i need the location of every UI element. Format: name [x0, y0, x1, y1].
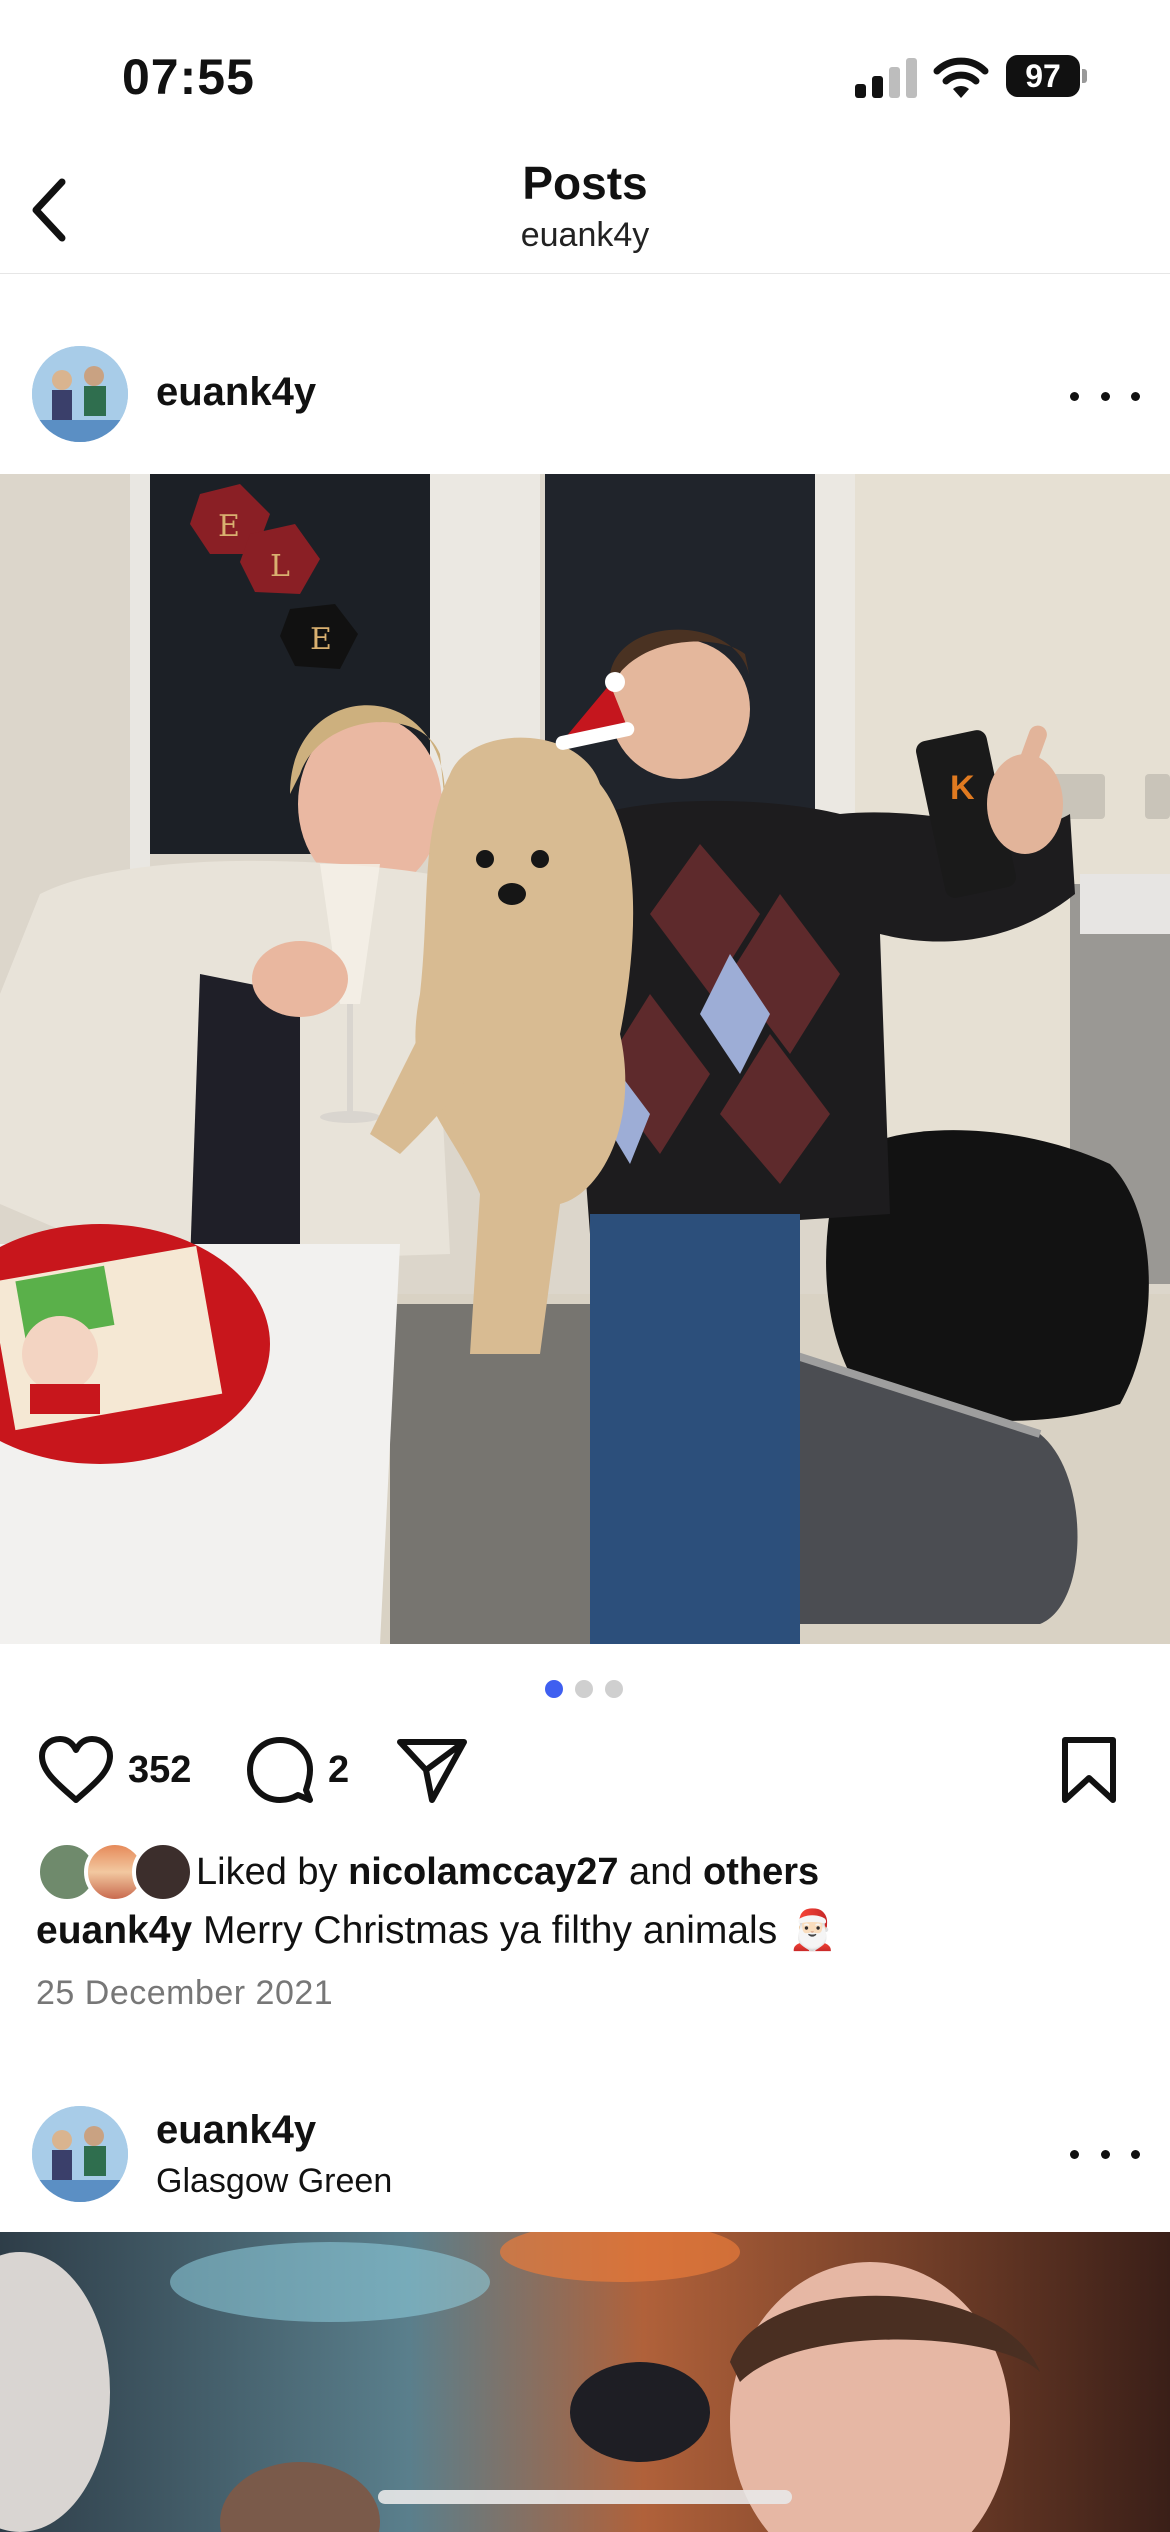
post-caption: euank4y Merry Christmas ya filthy animal… — [36, 1905, 1136, 1957]
carousel-dot — [575, 1680, 593, 1698]
caption-text: Merry Christmas ya filthy animals 🎅🏻 — [192, 1909, 837, 1952]
page-title: Posts — [522, 157, 648, 209]
avatar — [132, 1841, 194, 1903]
liked-avatars — [36, 1841, 196, 1903]
avatar[interactable] — [32, 2106, 128, 2202]
comment-icon — [247, 1737, 313, 1803]
post-date: 25 December 2021 — [36, 1974, 334, 2012]
bunting-letter: L — [270, 549, 290, 584]
status-time: 07:55 — [122, 49, 255, 105]
bookmark-icon — [1062, 1737, 1116, 1803]
can-logo: K — [950, 769, 975, 807]
page-subtitle: euank4y — [520, 216, 650, 254]
more-icon — [1070, 391, 1079, 401]
heart-icon — [39, 1736, 113, 1803]
post-actions: 352 2 — [0, 1730, 1170, 1810]
caption-username[interactable]: euank4y — [36, 1909, 192, 1952]
carousel-indicator — [545, 1680, 625, 1700]
like-button[interactable]: 352 — [38, 1730, 191, 1810]
photo-image: E L E K — [0, 474, 1170, 1644]
liked-prefix: Liked by — [196, 1850, 349, 1893]
post-header: euank4y — [0, 326, 1170, 466]
wifi-icon — [933, 57, 989, 98]
share-button[interactable] — [396, 1730, 468, 1810]
post-location[interactable]: Glasgow Green — [156, 2162, 392, 2201]
bunting-letter: E — [218, 509, 240, 544]
comment-count[interactable]: 2 — [328, 1749, 349, 1792]
liked-and: and — [618, 1850, 704, 1893]
status-bar: 07:55 97 — [0, 0, 1170, 150]
nav-header: Posts euank4y — [0, 150, 1170, 274]
post-username[interactable]: euank4y — [156, 370, 316, 415]
bunting-letter: E — [310, 622, 332, 657]
battery-level: 97 — [1006, 55, 1080, 97]
more-options-button[interactable] — [1070, 2134, 1140, 2174]
photo-image — [0, 2232, 1170, 2532]
liked-username[interactable]: nicolamccay27 — [348, 1851, 618, 1893]
post-photo[interactable]: E L E K — [0, 474, 1170, 1644]
like-count[interactable]: 352 — [128, 1749, 191, 1792]
post-photo[interactable] — [0, 2232, 1170, 2532]
carousel-dot — [605, 1680, 623, 1698]
liked-others-link[interactable]: others — [703, 1851, 819, 1893]
avatar[interactable] — [32, 346, 128, 442]
liked-by-row[interactable]: Liked by nicolamccay27 and others — [36, 1840, 1136, 1904]
post-header: euank4y Glasgow Green — [0, 2084, 1170, 2224]
post-username[interactable]: euank4y — [156, 2108, 316, 2153]
comment-button[interactable]: 2 — [246, 1730, 349, 1810]
cellular-signal-icon — [855, 58, 917, 98]
carousel-dot-active — [545, 1680, 563, 1698]
battery-icon: 97 — [1006, 55, 1087, 97]
more-icon — [1070, 2149, 1079, 2159]
more-options-button[interactable] — [1070, 376, 1140, 416]
share-icon — [397, 1739, 467, 1803]
save-button[interactable] — [1060, 1730, 1118, 1810]
home-indicator[interactable] — [378, 2490, 792, 2504]
liked-by-text: Liked by nicolamccay27 and others — [196, 1851, 819, 1894]
